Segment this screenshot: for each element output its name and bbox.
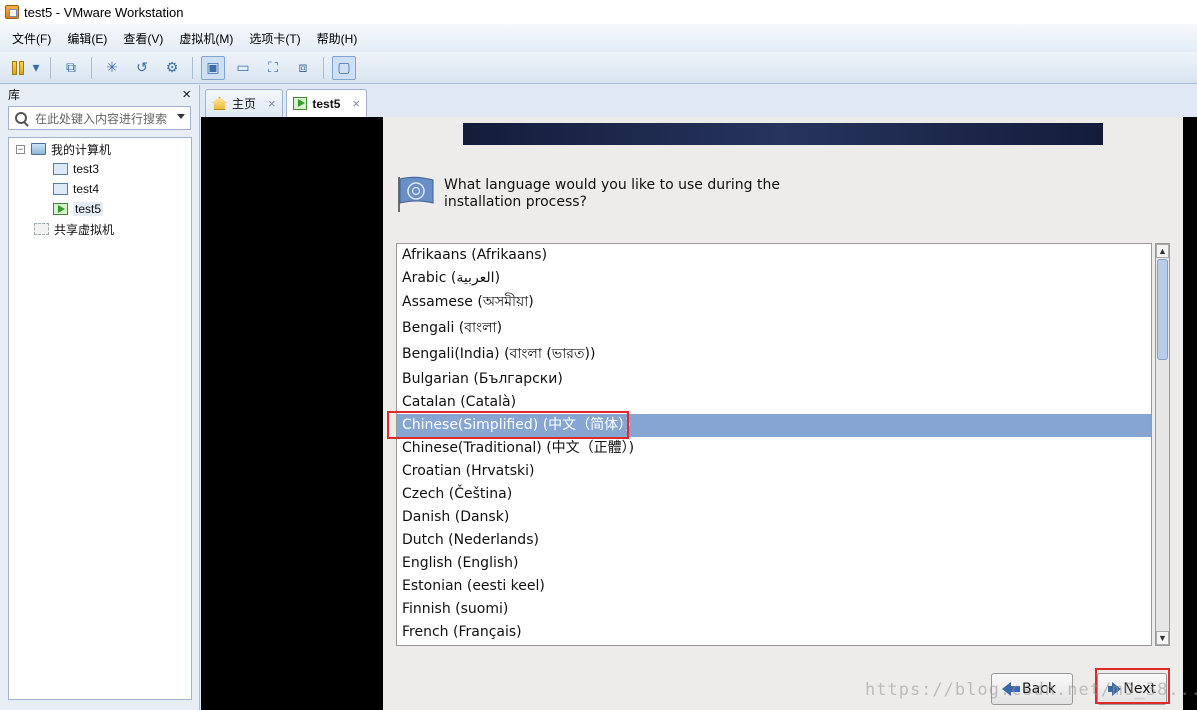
pause-button[interactable]: [6, 56, 30, 80]
tree-item-test4[interactable]: test4: [53, 180, 99, 198]
menu-view[interactable]: 查看(V): [115, 30, 171, 47]
unity-icon[interactable]: ⧈: [291, 56, 315, 80]
close-icon[interactable]: ×: [268, 96, 276, 111]
tab-test5[interactable]: test5 ×: [286, 89, 367, 117]
menu-bar: 文件(F) 编辑(E) 查看(V) 虚拟机(M) 选项卡(T) 帮助(H): [0, 24, 1197, 52]
language-option[interactable]: Finnish (suomi): [397, 598, 1151, 621]
scroll-down-icon[interactable]: ▼: [1156, 631, 1169, 645]
scroll-thumb[interactable]: [1157, 259, 1168, 360]
menu-tabs[interactable]: 选项卡(T): [241, 30, 308, 47]
language-option[interactable]: Dutch (Nederlands): [397, 529, 1151, 552]
language-option[interactable]: Danish (Dansk): [397, 506, 1151, 529]
language-option[interactable]: English (English): [397, 552, 1151, 575]
vm-icon: [53, 163, 68, 175]
language-option[interactable]: Bengali (বাংলা): [397, 317, 1151, 340]
fullscreen-icon[interactable]: ⛶: [261, 56, 285, 80]
vmware-app-icon: [5, 5, 19, 19]
selection-highlight-box: [387, 411, 629, 439]
toolbar: ▾ ⧉ ✳ ↺ ⚙ ▣ ▭ ⛶ ⧈ ▢: [0, 52, 1197, 84]
menu-vm[interactable]: 虚拟机(M): [171, 30, 241, 47]
tree-item-shared-vms[interactable]: 共享虚拟机: [34, 220, 114, 238]
tab-bar: 主页 × test5 ×: [201, 85, 1197, 117]
home-icon: [212, 97, 227, 110]
library-close-icon[interactable]: ×: [182, 86, 191, 103]
language-flag-icon: [398, 176, 434, 212]
shared-vm-icon: [34, 223, 49, 235]
library-header: 库 ×: [0, 85, 199, 103]
watermark-text: https://blog.csdn.net/m0_38...: [865, 680, 1197, 700]
menu-help[interactable]: 帮助(H): [309, 30, 366, 47]
language-option[interactable]: Arabic (العربية): [397, 267, 1151, 290]
library-title: 库: [8, 87, 21, 102]
collapse-icon[interactable]: −: [16, 144, 25, 154]
language-question: What language would you like to use duri…: [444, 177, 780, 210]
console-view-icon[interactable]: ▢: [332, 55, 356, 80]
snapshot-icon[interactable]: ✳: [100, 56, 124, 80]
language-option[interactable]: Afrikaans (Afrikaans): [397, 244, 1151, 267]
close-icon[interactable]: ×: [352, 96, 360, 111]
tree-label: 共享虚拟机: [54, 222, 115, 237]
language-option[interactable]: Czech (Čeština): [397, 483, 1151, 506]
revert-snapshot-icon[interactable]: ↺: [130, 56, 154, 80]
language-option[interactable]: Assamese (অসমীয়া): [397, 291, 1151, 314]
window-title: test5 - VMware Workstation: [24, 4, 184, 20]
language-list-scrollbar[interactable]: ▲ ▼: [1155, 243, 1170, 646]
menu-edit[interactable]: 编辑(E): [59, 30, 115, 47]
vm-console[interactable]: What language would you like to use duri…: [201, 117, 1197, 710]
pause-icon: [12, 60, 24, 75]
language-option[interactable]: Bulgarian (Български): [397, 368, 1151, 391]
tree-label: test3: [73, 162, 100, 176]
language-option[interactable]: Croatian (Hrvatski): [397, 460, 1151, 483]
show-library-icon[interactable]: ▣: [201, 55, 225, 80]
search-icon: [15, 112, 27, 124]
language-option[interactable]: French (Français): [397, 621, 1151, 644]
menu-file[interactable]: 文件(F): [4, 30, 59, 47]
thumbnail-bar-icon[interactable]: ▭: [231, 56, 255, 80]
tree-item-test5[interactable]: test5: [53, 200, 104, 218]
snapshot-manager-icon[interactable]: ⚙: [160, 56, 184, 80]
installer-banner: [463, 123, 1103, 145]
library-tree: − 我的计算机 test3 test4 test5 共享虚拟机: [8, 137, 192, 700]
language-option[interactable]: Estonian (eesti keel): [397, 575, 1151, 598]
library-search-input[interactable]: 在此处键入内容进行搜索: [8, 106, 191, 130]
tree-label: 我的计算机: [51, 142, 112, 157]
vm-icon: [53, 183, 68, 195]
scroll-up-icon[interactable]: ▲: [1156, 244, 1169, 258]
library-panel: 库 × 在此处键入内容进行搜索 − 我的计算机 test3 test4 test…: [0, 85, 200, 710]
tree-label: test5: [73, 202, 104, 216]
tab-home[interactable]: 主页 ×: [205, 89, 283, 117]
power-dropdown-icon[interactable]: ▾: [30, 56, 42, 80]
tree-label: test4: [73, 182, 100, 196]
network-icon[interactable]: ⧉: [59, 56, 83, 80]
tab-label: test5: [312, 96, 341, 111]
tree-item-test3[interactable]: test3: [53, 160, 99, 178]
language-option[interactable]: Bengali(India) (বাংলা (ভারত)): [397, 343, 1151, 366]
vm-running-icon: [53, 203, 68, 215]
tab-label: 主页: [232, 97, 257, 111]
language-option[interactable]: Chinese(Traditional) (中文（正體）): [397, 437, 1151, 460]
language-list[interactable]: Afrikaans (Afrikaans) Arabic (العربية) A…: [396, 243, 1152, 646]
computer-icon: [31, 143, 46, 155]
chevron-down-icon[interactable]: [177, 114, 185, 119]
tree-item-my-computer[interactable]: − 我的计算机: [16, 140, 111, 158]
title-bar: test5 - VMware Workstation: [0, 0, 1197, 24]
search-placeholder: 在此处键入内容进行搜索: [35, 111, 168, 126]
vm-running-icon: [293, 97, 308, 110]
